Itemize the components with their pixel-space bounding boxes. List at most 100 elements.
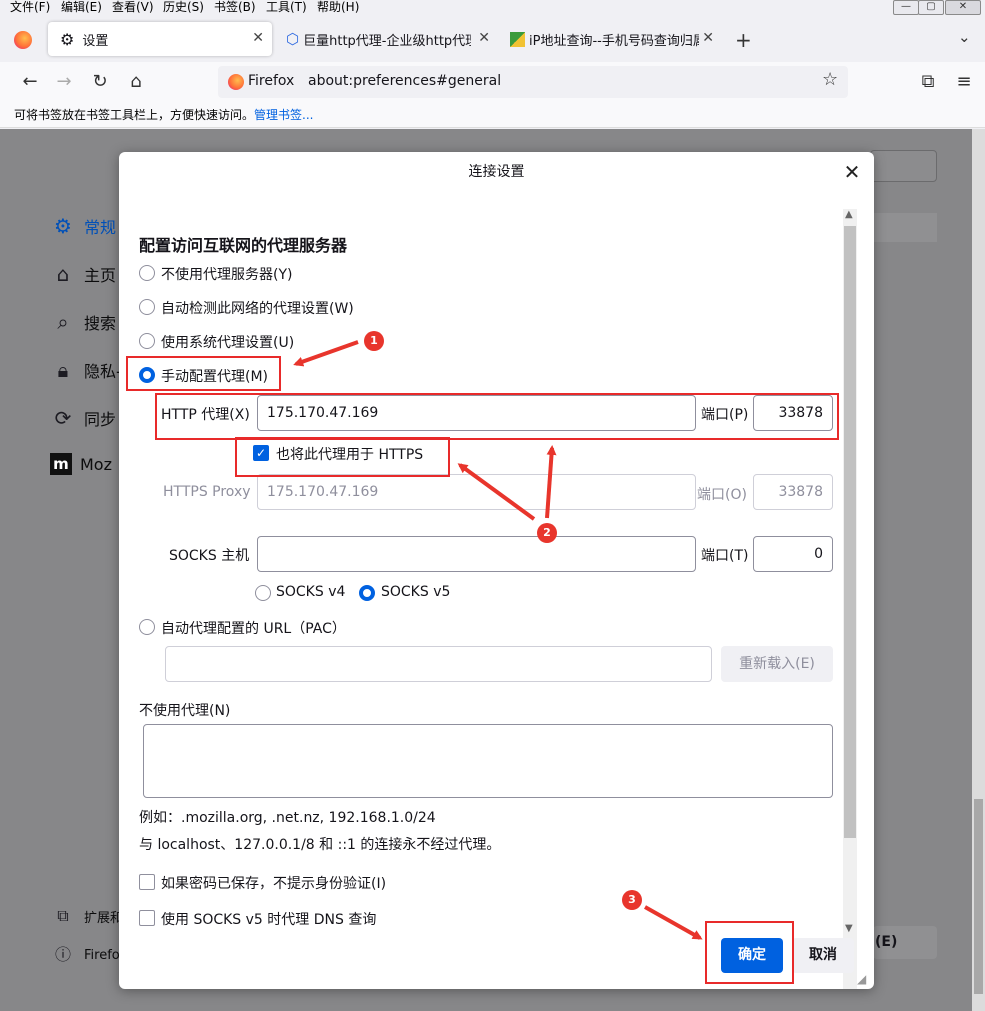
pac-url-input[interactable] xyxy=(165,646,712,682)
socks-dns-label[interactable]: 使用 SOCKS v5 时代理 DNS 查询 xyxy=(161,909,376,929)
menu-icon[interactable]: ≡ xyxy=(952,70,976,94)
search-icon: ⌕ xyxy=(57,310,69,334)
maximize-icon[interactable]: ▢ xyxy=(918,0,944,15)
gear-icon: ⚙ xyxy=(54,214,72,238)
menu-bar: 文件(F) 编辑(E) 查看(V) 历史(S) 书签(B) 工具(T) 帮助(H… xyxy=(0,0,985,16)
new-tab-icon[interactable]: + xyxy=(735,28,752,52)
radio-no-proxy[interactable] xyxy=(139,265,155,281)
socks-host-label: SOCKS 主机 xyxy=(169,548,250,564)
connection-settings-dialog: 连接设置 ✕ 配置访问互联网的代理服务器 不使用代理服务器(Y) 自动检测此网络… xyxy=(119,152,874,989)
no-proxy-for-label: 不使用代理(N) xyxy=(139,703,231,719)
close-icon[interactable]: ✕ xyxy=(252,30,264,46)
firefox-view-icon[interactable] xyxy=(14,31,32,49)
firefox-icon xyxy=(228,74,244,90)
url-bar[interactable]: Firefox about:preferences#general ☆ xyxy=(218,66,848,98)
radio-auto-detect[interactable] xyxy=(139,299,155,315)
menu-bookmarks[interactable]: 书签(B) xyxy=(214,0,256,15)
close-icon[interactable]: ✕ xyxy=(840,160,864,184)
lock-icon: 🔒︎ xyxy=(57,358,69,382)
reload-pac-button[interactable]: 重新载入(E) xyxy=(721,646,833,682)
extensions-icon[interactable]: ⧉ xyxy=(916,70,940,94)
cancel-button[interactable]: 取消 xyxy=(792,938,854,973)
menu-tools[interactable]: 工具(T) xyxy=(266,0,307,15)
localhost-note: 与 localhost、127.0.0.1/8 和 ::1 的连接永不经过代理。 xyxy=(139,837,501,853)
socks-host-input[interactable] xyxy=(257,536,696,572)
forward-icon[interactable]: → xyxy=(52,70,76,94)
help-icon: ⓘ xyxy=(54,945,71,964)
resize-grip-icon[interactable]: ◢ xyxy=(857,972,866,986)
scroll-up-icon[interactable]: ▲ xyxy=(845,209,853,220)
manage-bookmarks-link[interactable]: 管理书签... xyxy=(254,108,313,122)
radio-socks-v4-label[interactable]: SOCKS v4 xyxy=(276,584,345,600)
https-port-input[interactable]: 33878 xyxy=(753,474,833,510)
bookmarks-toolbar: 可将书签放在书签工具栏上，方便快速访问。管理书签... xyxy=(0,102,985,128)
https-port-label: 端口(O) xyxy=(697,487,747,503)
sidebar-item-general[interactable]: ⚙ 常规 xyxy=(50,213,116,239)
tab-title: 设置 xyxy=(82,33,109,49)
close-icon[interactable]: ✕ xyxy=(702,30,714,46)
sidebar-item-support[interactable]: ⓘ Firefo xyxy=(50,942,120,968)
radio-auto-detect-label[interactable]: 自动检测此网络的代理设置(W) xyxy=(161,298,354,318)
menu-history[interactable]: 历史(S) xyxy=(163,0,204,15)
radio-socks-v5-label[interactable]: SOCKS v5 xyxy=(381,584,450,600)
radio-socks-v5[interactable] xyxy=(359,585,375,601)
sidebar-item-sync[interactable]: ⟳ 同步 xyxy=(50,405,116,431)
highlight-manual-proxy xyxy=(126,356,281,391)
annotation-badge-2: 2 xyxy=(537,523,557,543)
tab-ip-query[interactable]: iP地址查询--手机号码查询归属 ✕ xyxy=(508,22,718,56)
star-icon[interactable]: ☆ xyxy=(822,69,838,90)
proxy-heading: 配置访问互联网的代理服务器 xyxy=(139,236,348,255)
scroll-down-icon[interactable]: ▼ xyxy=(845,923,853,934)
site-logo-icon xyxy=(510,31,525,47)
annotation-badge-1: 1 xyxy=(364,331,384,351)
sidebar-item-extensions[interactable]: ⧉ 扩展和 xyxy=(50,903,123,929)
settings-button-fragment[interactable]: (E) xyxy=(873,926,937,959)
tab-title: iP地址查询--手机号码查询归属 xyxy=(529,33,699,49)
radio-socks-v4[interactable] xyxy=(255,585,271,601)
settings-row xyxy=(873,213,937,242)
menu-file[interactable]: 文件(F) xyxy=(10,0,50,15)
sidebar-item-home[interactable]: ⌂ 主页 xyxy=(50,261,116,287)
dialog-scrollbar[interactable]: ▲ ▼ xyxy=(843,209,857,989)
https-proxy-input[interactable]: 175.170.47.169 xyxy=(257,474,696,510)
back-icon[interactable]: ← xyxy=(18,70,42,94)
menu-edit[interactable]: 编辑(E) xyxy=(61,0,102,15)
find-in-settings-input[interactable] xyxy=(870,150,937,182)
minimize-icon[interactable]: — xyxy=(893,0,919,15)
socks-port-input[interactable]: 0 xyxy=(753,536,833,572)
radio-system-proxy-label[interactable]: 使用系统代理设置(U) xyxy=(161,332,294,352)
home-icon[interactable]: ⌂ xyxy=(124,70,148,94)
tab-settings[interactable]: ⚙ 设置 ✕ xyxy=(48,22,272,56)
sidebar-item-mozilla[interactable]: m Moz xyxy=(50,453,112,475)
chevron-down-icon[interactable]: ⌄ xyxy=(958,28,971,46)
annotation-badge-3: 3 xyxy=(622,890,642,910)
navigation-bar: ← → ↻ ⌂ Firefox about:preferences#genera… xyxy=(0,62,985,102)
url-text[interactable]: about:preferences#general xyxy=(308,73,501,89)
tab-proxy-site[interactable]: ⬡ 巨量http代理-企业级http代理 ✕ xyxy=(284,22,496,56)
site-logo-icon: ⬡ xyxy=(286,30,300,48)
tab-title: 巨量http代理-企业级http代理 xyxy=(303,33,472,49)
radio-pac-url-label[interactable]: 自动代理配置的 URL（PAC） xyxy=(161,618,346,638)
sidebar-item-search[interactable]: ⌕ 搜索 xyxy=(50,309,116,335)
socks-dns-checkbox[interactable] xyxy=(139,910,155,926)
close-icon[interactable]: ✕ xyxy=(478,30,490,46)
dialog-scrollbar-thumb[interactable] xyxy=(844,226,856,838)
reload-icon[interactable]: ↻ xyxy=(88,70,112,94)
highlight-ok-button xyxy=(705,921,794,984)
menu-view[interactable]: 查看(V) xyxy=(112,0,154,15)
sidebar-item-privacy[interactable]: 🔒︎ 隐私- xyxy=(50,357,122,383)
close-window-icon[interactable]: ✕ xyxy=(945,0,981,15)
dialog-title: 连接设置 xyxy=(468,164,525,180)
no-proxy-example: 例如：.mozilla.org, .net.nz, 192.168.1.0/24 xyxy=(139,810,436,826)
highlight-also-https xyxy=(235,437,450,477)
page-scrollbar[interactable] xyxy=(972,129,985,1011)
page-scrollbar-thumb[interactable] xyxy=(974,799,983,994)
radio-pac-url[interactable] xyxy=(139,619,155,635)
no-auth-prompt-label[interactable]: 如果密码已保存，不提示身份验证(I) xyxy=(161,873,386,893)
highlight-http-proxy-row xyxy=(155,393,839,440)
menu-help[interactable]: 帮助(H) xyxy=(317,0,359,15)
radio-no-proxy-label[interactable]: 不使用代理服务器(Y) xyxy=(161,264,292,284)
no-proxy-for-textarea[interactable] xyxy=(143,724,833,798)
radio-system-proxy[interactable] xyxy=(139,333,155,349)
no-auth-prompt-checkbox[interactable] xyxy=(139,874,155,890)
